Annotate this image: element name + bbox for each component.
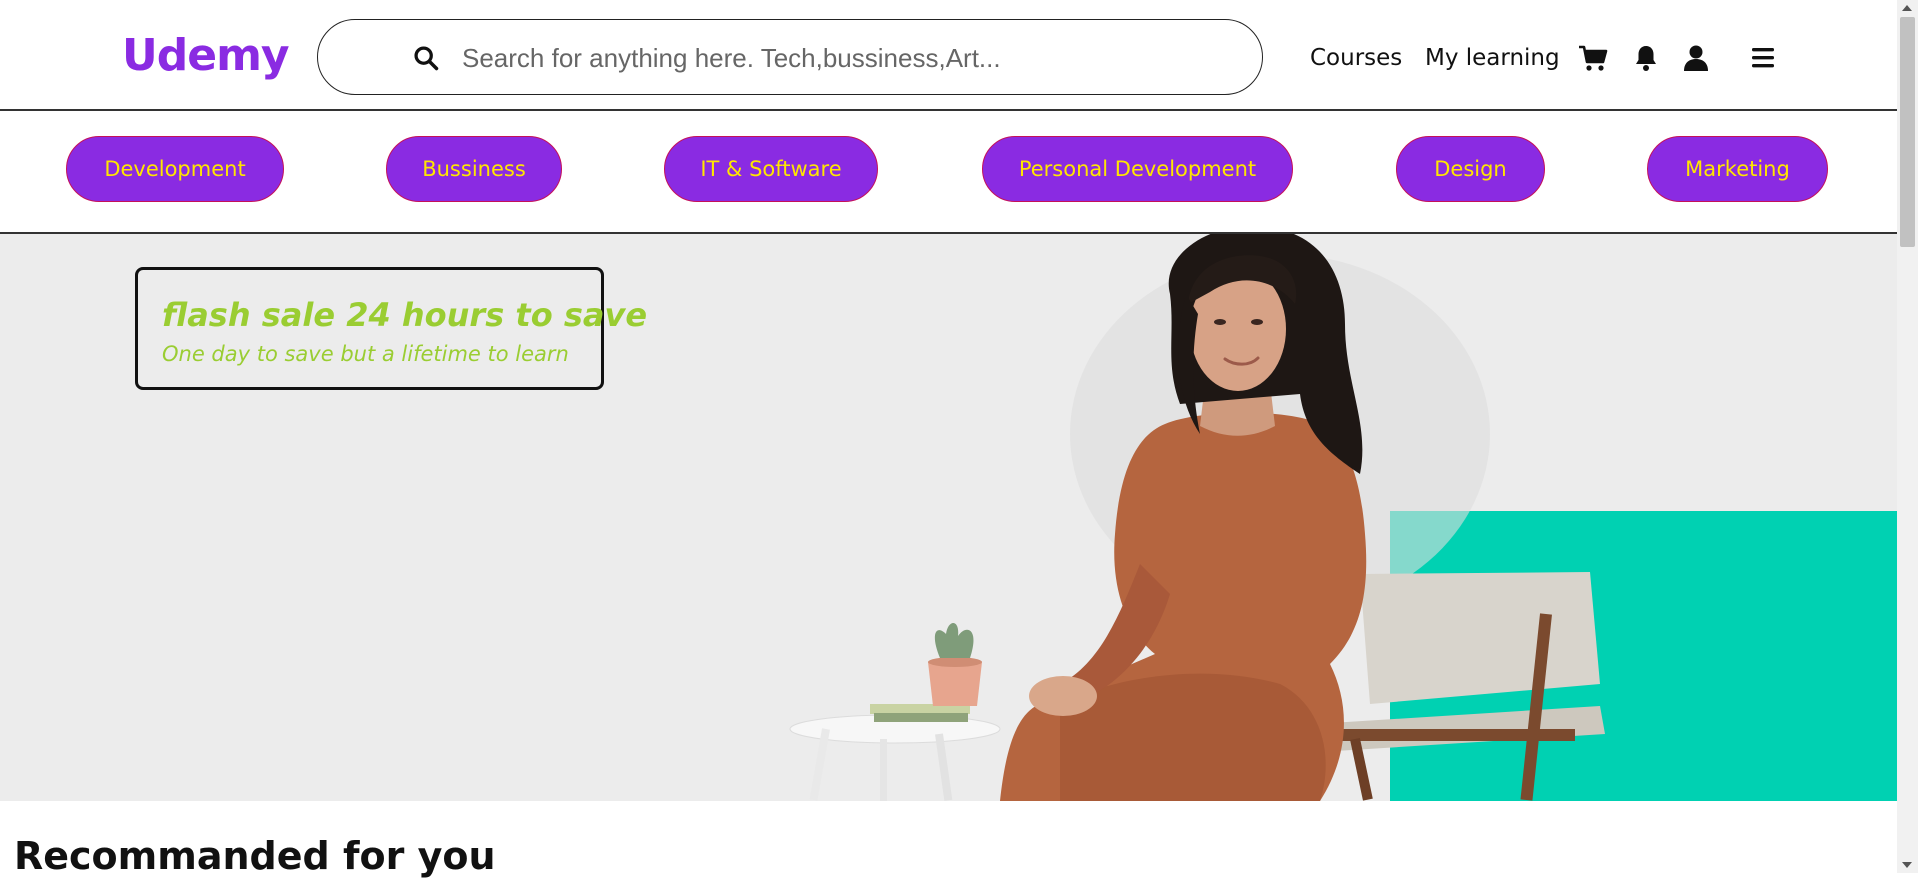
category-design-button[interactable]: Design bbox=[1396, 136, 1545, 202]
hero-banner: flash sale 24 hours to save One day to s… bbox=[0, 234, 1897, 801]
category-marketing-button[interactable]: Marketing bbox=[1647, 136, 1828, 202]
user-icon[interactable] bbox=[1683, 44, 1709, 72]
cart-icon[interactable] bbox=[1578, 44, 1608, 72]
sale-title: flash sale 24 hours to save bbox=[162, 296, 648, 334]
recommended-section-title: Recommanded for you bbox=[14, 834, 496, 878]
search-input[interactable] bbox=[460, 38, 1224, 78]
top-header: Udemy Courses My learning bbox=[0, 0, 1897, 111]
scroll-down-icon[interactable] bbox=[1902, 862, 1912, 868]
menu-icon[interactable] bbox=[1751, 47, 1775, 69]
scroll-up-icon[interactable] bbox=[1902, 5, 1912, 11]
category-it-software-button[interactable]: IT & Software bbox=[664, 136, 878, 202]
category-personal-development-button[interactable]: Personal Development bbox=[982, 136, 1293, 202]
category-development-button[interactable]: Development bbox=[66, 136, 284, 202]
nav-my-learning-link[interactable]: My learning bbox=[1425, 45, 1560, 71]
search-bar[interactable] bbox=[317, 19, 1263, 95]
category-bar: Development Bussiness IT & Software Pers… bbox=[0, 111, 1897, 234]
category-bussiness-button[interactable]: Bussiness bbox=[386, 136, 562, 202]
bell-icon[interactable] bbox=[1634, 44, 1658, 72]
scrollbar-thumb[interactable] bbox=[1900, 17, 1915, 247]
page-scrollbar[interactable] bbox=[1897, 0, 1918, 873]
udemy-logo[interactable]: Udemy bbox=[122, 30, 290, 81]
search-icon[interactable] bbox=[412, 44, 440, 72]
sale-subtitle: One day to save but a lifetime to learn bbox=[162, 342, 569, 366]
hero-woman-image bbox=[789, 234, 1605, 801]
nav-courses-link[interactable]: Courses bbox=[1310, 45, 1402, 71]
flash-sale-banner: flash sale 24 hours to save One day to s… bbox=[135, 267, 647, 390]
